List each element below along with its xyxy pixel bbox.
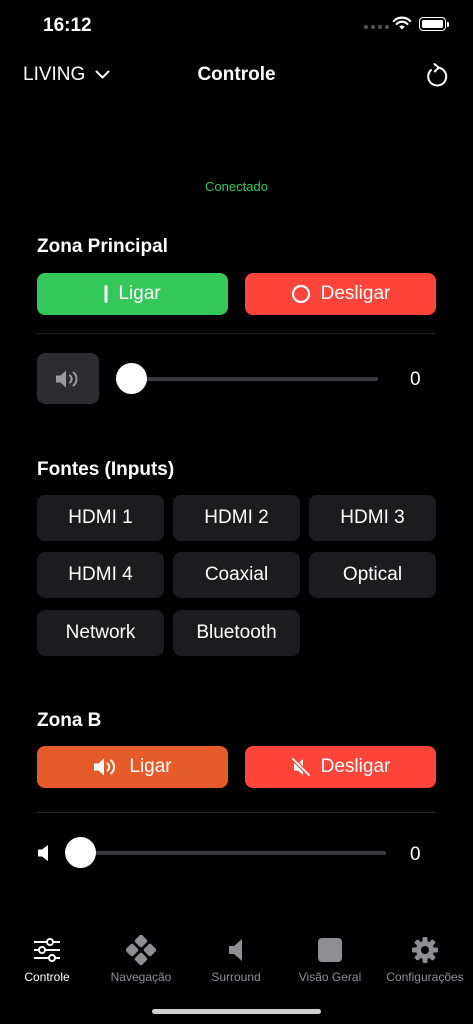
tab-label: Visão Geral (298, 970, 362, 984)
input-hdmi-2-button[interactable]: HDMI 2 (173, 495, 300, 541)
tab-surround[interactable]: Surround (189, 934, 283, 984)
tab-label: Configurações (386, 970, 464, 984)
input-hdmi-4-button[interactable]: HDMI 4 (37, 552, 164, 598)
input-optical-button[interactable]: Optical (309, 552, 436, 598)
zona-principal-volume-value: 0 (410, 369, 421, 390)
tab-label: Navegação (110, 970, 172, 984)
zona-principal-on-button[interactable]: Ligar (37, 273, 228, 315)
tab-label: Surround (211, 970, 261, 984)
input-coaxial-button[interactable]: Coaxial (173, 552, 300, 598)
divider (37, 812, 436, 813)
refresh-icon (427, 63, 448, 87)
connection-status: Conectado (205, 179, 268, 194)
zona-b-volume-thumb[interactable] (65, 837, 96, 868)
tab-label: Controle (24, 970, 70, 984)
divider (37, 333, 436, 334)
zona-principal-volume-slider[interactable] (116, 377, 378, 381)
status-time: 16:12 (43, 15, 92, 36)
speaker-volume-icon (56, 370, 78, 387)
zona-principal-mute-button[interactable] (37, 353, 99, 404)
zona-b-on-button[interactable]: Ligar (37, 746, 228, 788)
square-icon (318, 938, 342, 962)
inputs-title: Fontes (Inputs) (37, 459, 175, 480)
zona-principal-off-button[interactable]: Desligar (245, 273, 436, 315)
power-off-icon (291, 284, 310, 304)
page-title: Controle (197, 64, 276, 85)
home-indicator (152, 1009, 321, 1014)
wifi-icon (392, 15, 412, 36)
gamepad-icon (126, 935, 156, 965)
battery-icon (419, 17, 449, 31)
tab-navegacao[interactable]: Navegação (94, 934, 188, 984)
tab-visao-geral[interactable]: Visão Geral (283, 934, 377, 984)
zona-b-volume-value: 0 (410, 844, 421, 865)
input-bluetooth-button[interactable]: Bluetooth (173, 610, 300, 656)
gear-icon (412, 937, 438, 963)
signal-dots-icon (364, 25, 389, 29)
zona-b-title: Zona B (37, 710, 102, 731)
zona-principal-volume-thumb[interactable] (116, 363, 147, 394)
speaker-icon (229, 939, 242, 961)
speaker-icon (38, 845, 48, 861)
tab-controle[interactable]: Controle (0, 934, 94, 984)
power-on-icon (104, 285, 108, 303)
zona-principal-title: Zona Principal (37, 236, 168, 257)
zona-b-volume-slider[interactable] (65, 851, 386, 855)
zona-b-off-button[interactable]: Desligar (245, 746, 436, 788)
refresh-button[interactable] (423, 62, 449, 95)
speaker-slash-icon (291, 757, 311, 777)
input-hdmi-1-button[interactable]: HDMI 1 (37, 495, 164, 541)
input-hdmi-3-button[interactable]: HDMI 3 (309, 495, 436, 541)
speaker-wave-icon (94, 758, 116, 776)
sliders-icon (34, 938, 60, 962)
input-network-button[interactable]: Network (37, 610, 164, 656)
tab-configuracoes[interactable]: Configurações (378, 934, 472, 984)
